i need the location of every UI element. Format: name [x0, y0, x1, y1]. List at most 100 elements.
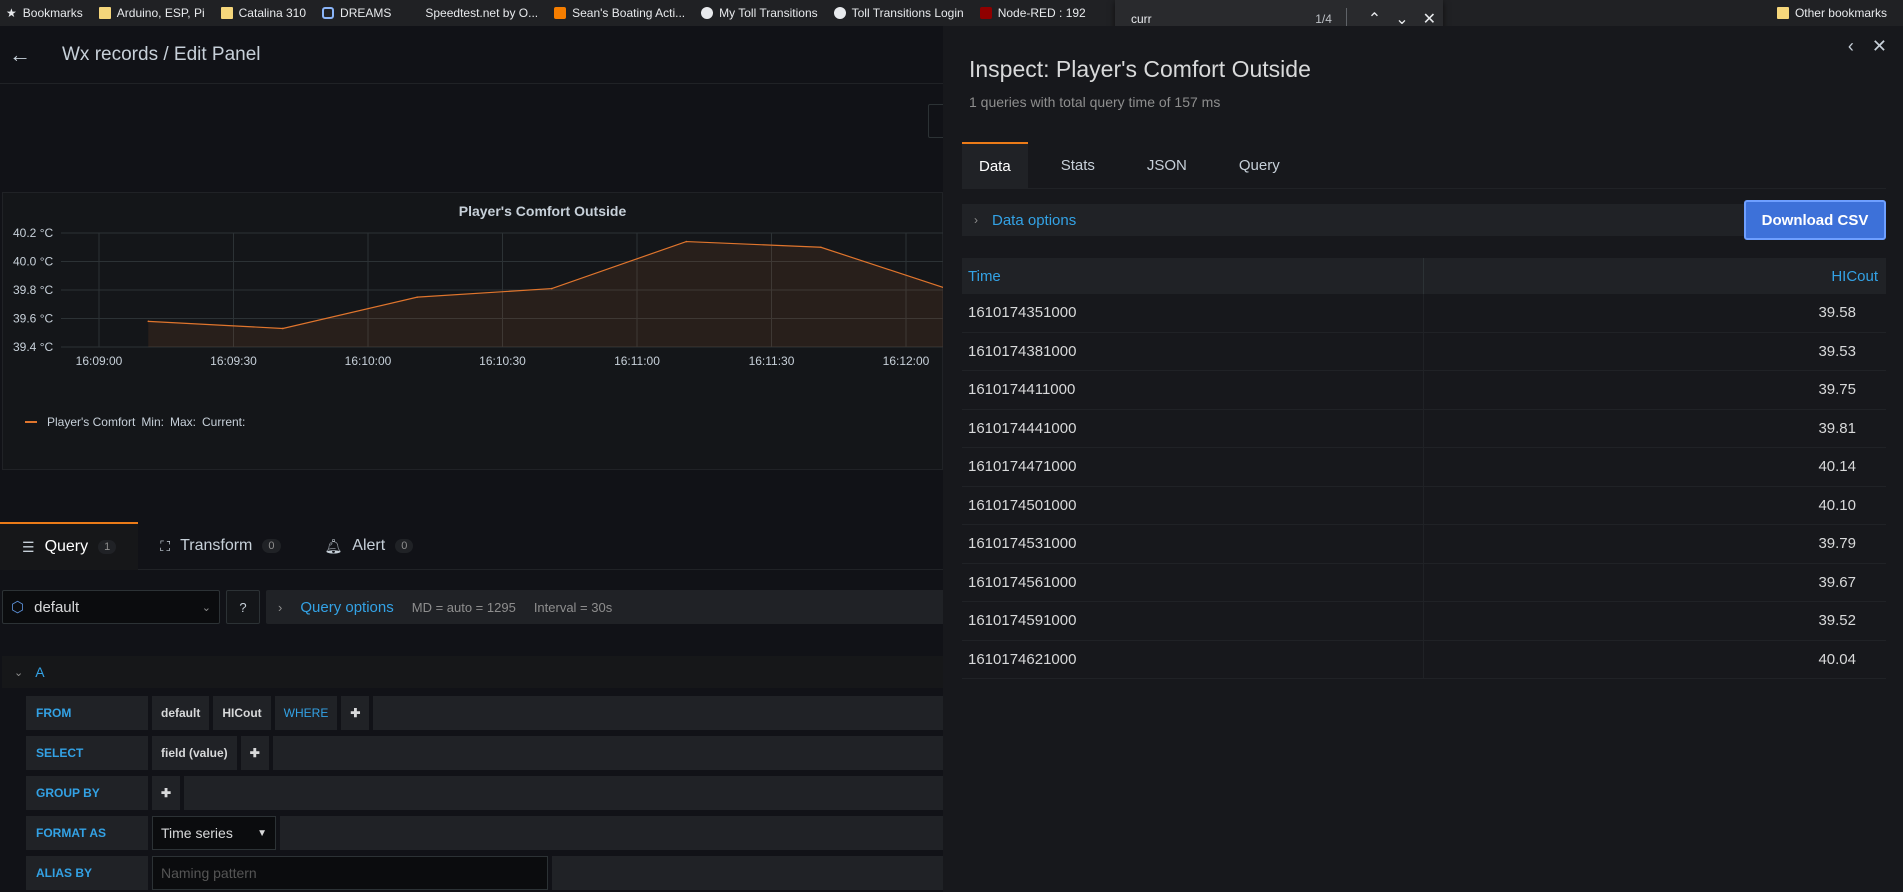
node-red-icon [979, 7, 992, 19]
select-row: SELECT field (value) ✚ [26, 736, 943, 770]
time-picker-button[interactable] [928, 104, 943, 138]
breadcrumb: Wx records / Edit Panel [62, 43, 261, 65]
data-options[interactable]: › Data options [962, 204, 1748, 236]
where-label: WHERE [274, 696, 338, 730]
row-filler [373, 696, 943, 730]
help-button[interactable]: ? [226, 590, 260, 624]
bookmarks-bar: ★ Bookmarks Arduino, ESP, Pi Catalina 310… [0, 0, 1903, 26]
bookmark-item[interactable]: ★ Bookmarks [0, 0, 93, 26]
bookmark-item[interactable]: Sean's Boating Acti... [548, 0, 695, 26]
tab-data[interactable]: Data [962, 142, 1028, 188]
series-area [148, 241, 943, 347]
influxdb-icon: ⬡ [11, 599, 25, 616]
tabs-divider [962, 188, 1886, 189]
format-as-row: FORMAT AS Time series ▼ [26, 816, 943, 850]
format-as-label: FORMAT AS [26, 816, 148, 850]
edit-panel-area: ← Wx records / Edit Panel Player's Comfo… [0, 26, 943, 892]
table-row: 1610174591000 39.52 [962, 601, 1886, 641]
data-point [551, 287, 553, 290]
data-point [282, 327, 284, 330]
bookmark-item[interactable]: Toll Transitions Login [828, 0, 974, 26]
bookmark-item[interactable]: Speedtest.net by O... [401, 0, 548, 26]
format-as-select[interactable]: Time series ▼ [152, 816, 276, 850]
close-icon[interactable]: ✕ [1872, 36, 1887, 57]
select-label: SELECT [26, 736, 148, 770]
x-tick-label: 16:10:30 [479, 354, 526, 368]
tab-json[interactable]: JSON [1130, 142, 1204, 188]
chevron-left-icon[interactable]: ‹ [1848, 36, 1854, 57]
star-icon: ★ [6, 6, 17, 20]
from-measurement[interactable]: HICout [213, 696, 271, 730]
folder-icon [98, 7, 111, 19]
globe-icon [701, 7, 714, 19]
bookmark-folder[interactable]: Arduino, ESP, Pi [93, 0, 215, 26]
back-arrow-icon[interactable]: ← [0, 42, 40, 68]
datasource-select[interactable]: ⬡ default ⌄ [2, 590, 220, 624]
cell-time: 1610174411000 [962, 370, 1424, 409]
legend-min: Min: [141, 415, 164, 429]
from-db[interactable]: default [152, 696, 210, 730]
data-point [416, 296, 419, 298]
add-select-button[interactable]: ✚ [240, 736, 269, 770]
cell-time: 1610174621000 [962, 640, 1424, 679]
cell-hicout: 39.67 [1818, 573, 1856, 591]
x-tick-label: 16:11:00 [614, 354, 660, 368]
bookmark-item[interactable]: Node-RED : 192 [974, 0, 1096, 26]
data-point [685, 240, 688, 243]
bookmark-item[interactable]: My Toll Transitions [695, 0, 827, 26]
legend-swatch [25, 421, 37, 423]
table-row: 1610174381000 39.53 [962, 332, 1886, 371]
row-filler [184, 776, 943, 810]
data-point [147, 320, 150, 323]
group-by-label: GROUP BY [26, 776, 148, 810]
tab-alert[interactable]: 🔔︎ Alert 0 [303, 522, 436, 570]
tab-count-badge: 0 [395, 539, 414, 553]
cell-hicout: 39.75 [1818, 381, 1856, 399]
bookmark-item[interactable]: DREAMS [316, 0, 401, 26]
tab-count-badge: 0 [262, 539, 281, 553]
y-tick-label: 40.2 °C [13, 226, 53, 240]
site-icon [407, 7, 419, 19]
column-header-time[interactable]: Time [962, 258, 1424, 294]
x-tick-label: 16:10:00 [345, 354, 392, 368]
legend-series[interactable]: Player's Comfort [47, 415, 135, 429]
cell-time: 1610174501000 [962, 486, 1424, 525]
cell-hicout: 39.53 [1818, 342, 1856, 360]
tab-query[interactable]: Query [1222, 142, 1297, 188]
cell-time: 1610174531000 [962, 524, 1424, 563]
chart: 39.4 °C 39.6 °C 39.8 °C 40.0 °C 40.2 °C 16:09… [13, 226, 943, 368]
select-field[interactable]: field (value) [152, 736, 237, 770]
bookmark-folder[interactable]: Catalina 310 [215, 0, 316, 26]
add-where-button[interactable]: ✚ [341, 696, 370, 730]
table-row: 1610174501000 40.10 [962, 486, 1886, 525]
tab-stats[interactable]: Stats [1044, 142, 1112, 188]
table-row: 1610174411000 39.75 [962, 370, 1886, 410]
chevron-right-icon: › [974, 213, 978, 227]
query-options-interval: Interval = 30s [533, 599, 613, 615]
download-csv-button[interactable]: Download CSV [1744, 200, 1886, 240]
table-row: 1610174621000 40.04 [962, 640, 1886, 679]
column-header-hicout[interactable]: HICout [1424, 268, 1886, 285]
cell-hicout: 40.04 [1818, 650, 1856, 668]
tab-query[interactable]: ☰ Query 1 [0, 522, 139, 570]
tab-transform[interactable]: ⛶ Transform 0 [138, 522, 302, 570]
folder-icon [1776, 7, 1789, 19]
query-options[interactable]: › Query options MD = auto = 1295 Interva… [266, 590, 943, 624]
query-row-header[interactable]: ⌄ A [2, 656, 943, 688]
inspect-tabs: Data Stats JSON Query [962, 142, 1315, 188]
alias-input[interactable]: Naming pattern [152, 856, 548, 890]
y-tick-label: 39.8 °C [13, 283, 53, 297]
tab-count-badge: 1 [98, 540, 117, 554]
editor-tabs: ☰ Query 1 ⛶ Transform 0 🔔︎ Alert 0 [0, 522, 943, 570]
from-label: FROM [26, 696, 148, 730]
other-bookmarks[interactable]: Other bookmarks [1771, 0, 1897, 26]
find-count: 1/4 [1315, 12, 1332, 26]
bell-icon: 🔔︎ [324, 537, 343, 554]
find-input[interactable]: curr [1131, 12, 1277, 26]
table-row: 1610174471000 40.14 [962, 447, 1886, 487]
inspect-subtitle: 1 queries with total query time of 157 m… [969, 94, 1221, 110]
row-filler [272, 736, 943, 770]
x-tick-label: 16:11:30 [749, 354, 795, 368]
query-options-md: MD = auto = 1295 [411, 599, 516, 615]
add-group-by-button[interactable]: ✚ [152, 776, 181, 810]
